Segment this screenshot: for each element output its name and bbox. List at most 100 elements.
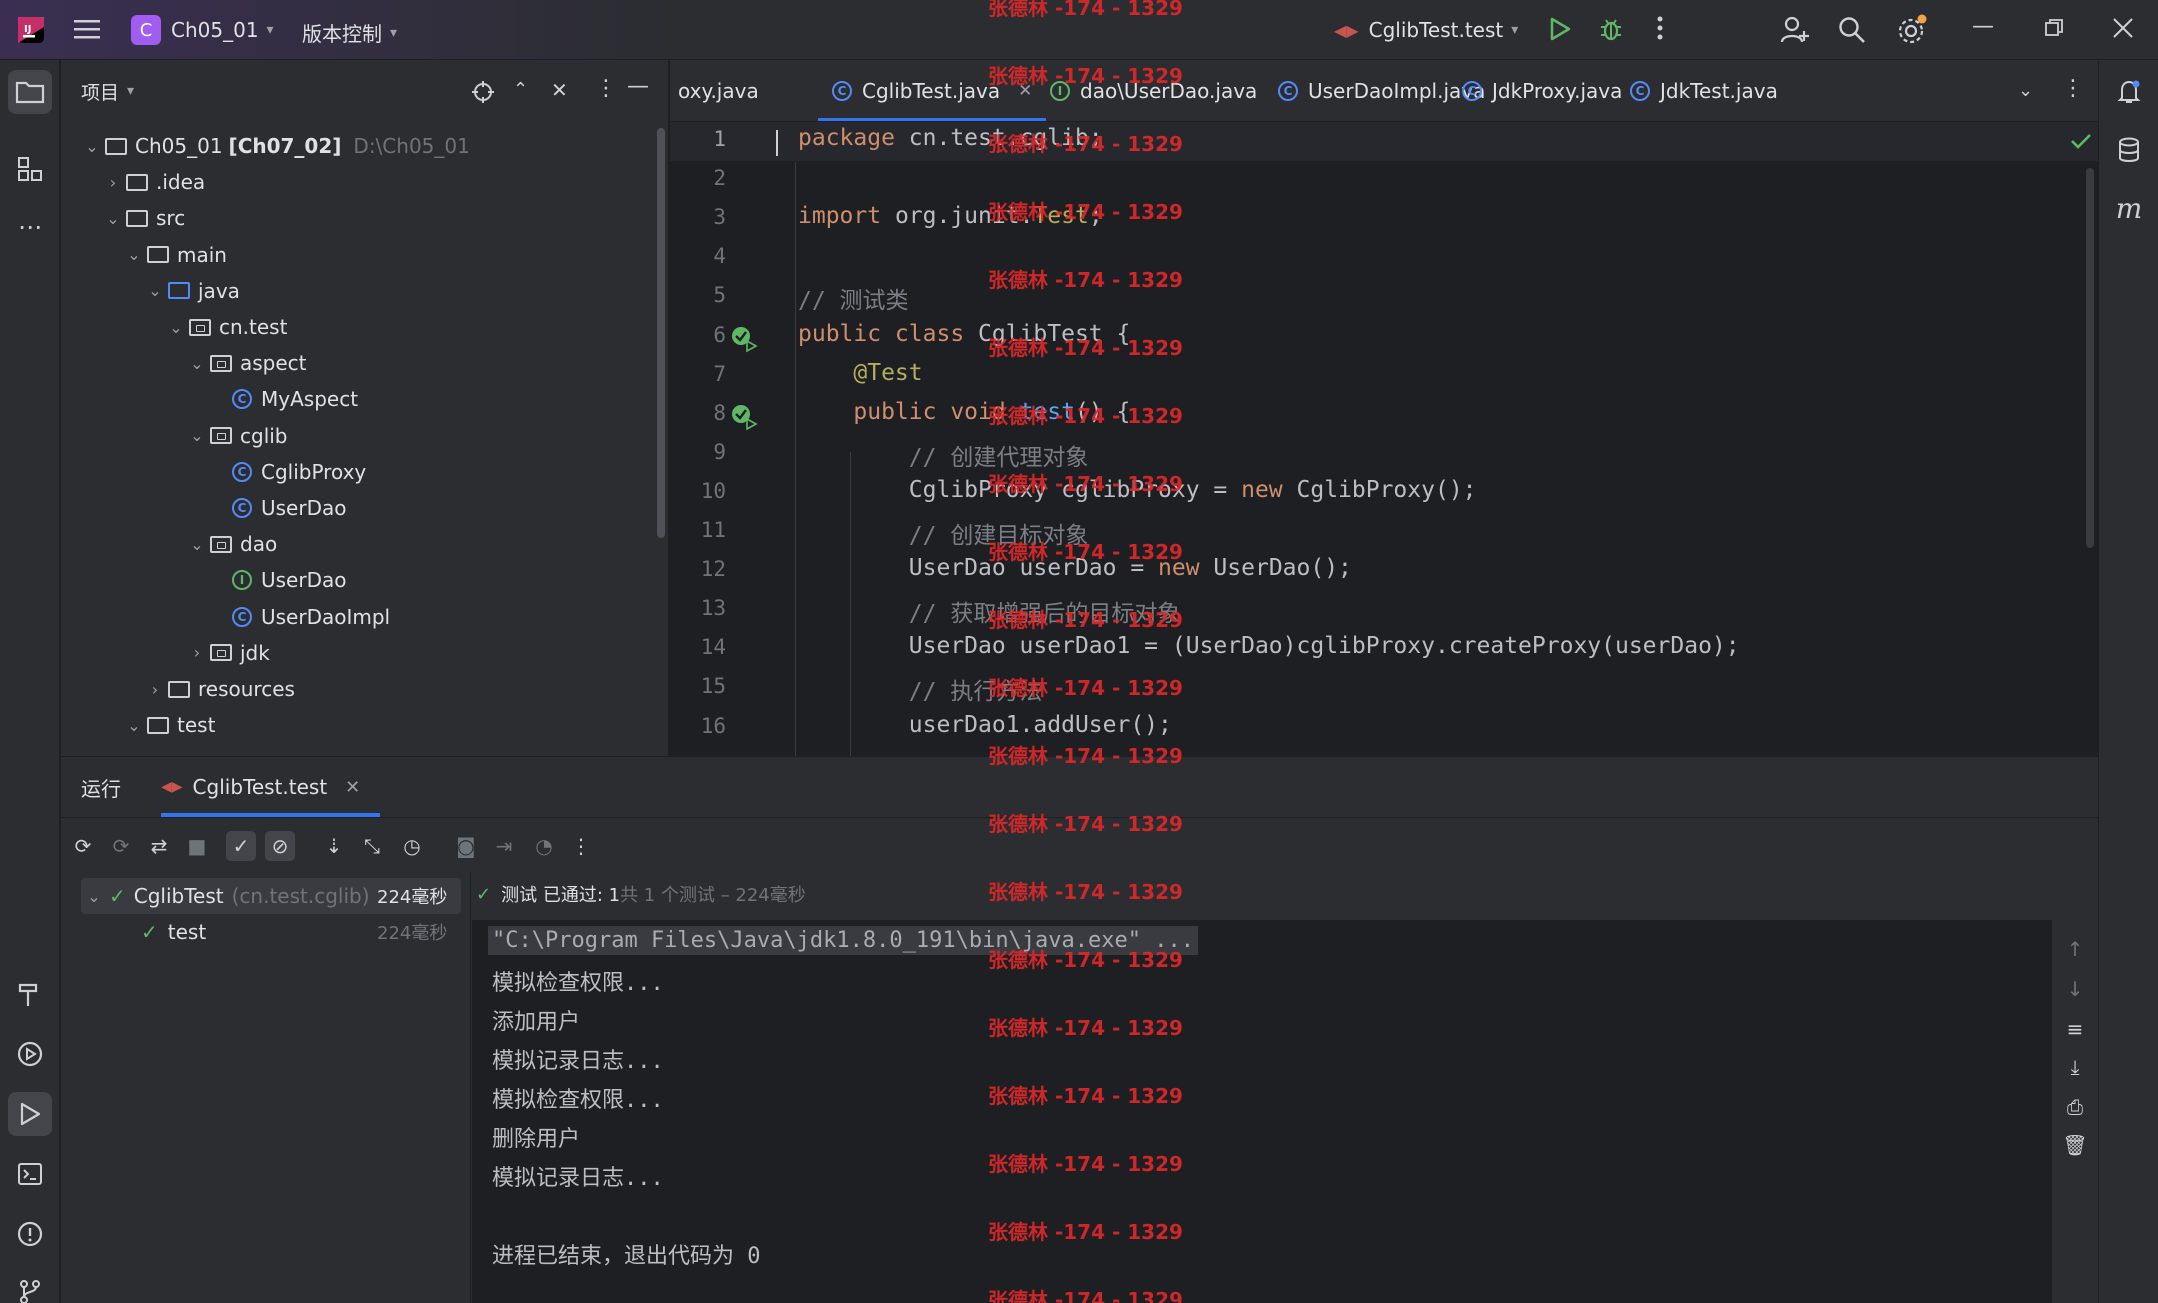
more-actions-icon[interactable]	[1656, 15, 1664, 41]
inspection-ok-icon[interactable]	[2070, 132, 2092, 154]
run-test-gutter-icon[interactable]	[730, 325, 758, 357]
project-scrollbar[interactable]	[657, 128, 665, 538]
editor-tab[interactable]: C JdkProxy.java	[1462, 60, 1622, 121]
project-panel-title[interactable]: 项目	[81, 78, 119, 105]
git-branch-icon[interactable]	[8, 1270, 52, 1303]
chevron-down-icon[interactable]: ⌄	[123, 716, 145, 735]
test-suite-row[interactable]: ⌄ ✓ CglibTest (cn.test.cglib)	[83, 878, 369, 914]
tree-node-package[interactable]: ⌄ cn.test	[165, 309, 287, 345]
tree-node-module[interactable]: ⌄ Ch05_01 [Ch07_02] D:\Ch05_01	[81, 128, 470, 164]
rerun-failed-icon[interactable]: ⟳	[106, 831, 136, 861]
run-icon[interactable]	[1548, 16, 1572, 42]
tree-node-folder[interactable]: ⌄ main	[123, 237, 227, 273]
terminal-icon[interactable]	[8, 1152, 52, 1196]
chevron-down-icon[interactable]: ⌄	[165, 318, 187, 337]
coverage-icon[interactable]: ◔	[529, 831, 559, 861]
tree-node-folder[interactable]: › resources	[144, 671, 295, 707]
soft-wrap-icon[interactable]: ≡	[2060, 1014, 2090, 1044]
minimize-icon[interactable]: —	[1972, 14, 1994, 39]
scroll-to-end-icon[interactable]: ⤓	[2060, 1052, 2090, 1082]
run-panel-title[interactable]: 运行	[81, 757, 121, 817]
settings-gear-icon[interactable]	[1896, 14, 1928, 46]
run-test-gutter-icon[interactable]	[730, 403, 758, 435]
tree-node-class[interactable]: C CglibProxy	[207, 454, 366, 490]
chevron-down-icon[interactable]: ⌄	[186, 426, 208, 445]
stop-icon[interactable]: ■	[182, 831, 212, 861]
arrow-down-icon[interactable]: ↓	[2060, 974, 2090, 1004]
tree-node-folder[interactable]: ⌄ src	[102, 200, 185, 236]
notifications-bell-icon[interactable]	[2107, 70, 2151, 114]
test-case-row[interactable]: ✓ test	[141, 914, 206, 950]
tree-node-package[interactable]: ⌄ aspect	[186, 345, 306, 381]
code-editor[interactable]: 1 2 3 4 5 6 7 8 9 10 11 12 13 14 15 16 package cn.test.…	[670, 122, 2098, 756]
import-tests-icon[interactable]: ⇥	[489, 831, 519, 861]
test-history-icon[interactable]: ◷	[397, 831, 427, 861]
run-tool-icon[interactable]	[8, 1092, 52, 1136]
chevron-down-icon[interactable]: ⌄	[2018, 80, 2033, 101]
build-hammer-icon[interactable]	[8, 972, 52, 1016]
camera-icon[interactable]: ◙	[451, 831, 481, 861]
main-menu-icon[interactable]	[74, 18, 100, 40]
add-user-icon[interactable]	[1780, 15, 1810, 45]
editor-tab[interactable]: oxy.java	[678, 60, 759, 121]
problems-icon[interactable]	[8, 1212, 52, 1256]
close-tab-icon[interactable]: ✕	[345, 777, 360, 798]
chevron-down-icon[interactable]: ⌄	[186, 535, 208, 554]
options-icon[interactable]: ⋮	[595, 76, 617, 101]
sort-alpha-icon[interactable]: ⇣	[319, 831, 349, 861]
project-folder-icon[interactable]	[8, 70, 52, 114]
tree-node-package[interactable]: ⌄ cglib	[186, 418, 287, 454]
tree-node-folder[interactable]: › .idea	[102, 164, 205, 200]
editor-tab[interactable]: C UserDaoImpl.java	[1278, 60, 1485, 121]
tree-node-class[interactable]: C UserDaoImpl	[207, 599, 390, 635]
maven-icon[interactable]: m	[2107, 186, 2151, 230]
locate-crosshair-icon[interactable]	[471, 80, 495, 109]
show-ignored-icon[interactable]: ⊘	[265, 831, 295, 861]
tree-node-class[interactable]: C UserDao	[207, 490, 346, 526]
vcs-menu[interactable]: 版本控制 ▾	[302, 18, 397, 47]
app-logo-icon[interactable]: IJ	[16, 15, 46, 45]
hide-panel-icon[interactable]: —	[627, 74, 649, 99]
collapse-all-icon[interactable]: ✕	[551, 78, 568, 102]
tree-node-class[interactable]: C MyAspect	[207, 381, 358, 417]
more-run-options-icon[interactable]: ⋮	[566, 831, 596, 861]
chevron-down-icon[interactable]: ⌄	[144, 281, 166, 300]
expand-all-icon[interactable]: ⌃	[513, 79, 528, 100]
structure-icon[interactable]	[8, 147, 52, 191]
run-tab[interactable]: ◀▶ CglibTest.test ✕	[161, 757, 381, 817]
chevron-right-icon[interactable]: ›	[144, 680, 166, 699]
console-output[interactable]: "C:\Program Files\Java\jdk1.8.0_191\bin\…	[472, 920, 2052, 1303]
editor-scrollbar[interactable]	[2086, 168, 2094, 548]
tab-options-icon[interactable]: ⋮	[2062, 76, 2084, 101]
run-config-selector[interactable]: ◀▶ CglibTest.test ▾	[1334, 18, 1518, 42]
tree-node-interface[interactable]: I UserDao	[207, 562, 346, 598]
debug-icon[interactable]	[1598, 16, 1624, 42]
database-icon[interactable]	[2107, 128, 2151, 172]
print-icon[interactable]: ⎙	[2060, 1092, 2090, 1122]
arrow-up-icon[interactable]: ↑	[2060, 934, 2090, 964]
project-selector[interactable]: C Ch05_01 ▾	[131, 15, 274, 45]
chevron-right-icon[interactable]: ›	[102, 173, 124, 192]
services-icon[interactable]	[8, 1032, 52, 1076]
search-icon[interactable]	[1838, 16, 1866, 44]
rerun-icon[interactable]: ⟳	[68, 831, 98, 861]
collapse-tests-icon[interactable]: ⤡	[357, 831, 387, 861]
chevron-down-icon[interactable]: ⌄	[81, 137, 103, 156]
editor-tab[interactable]: C JdkTest.java	[1630, 60, 1778, 121]
tree-node-folder[interactable]: ⌄ test	[123, 707, 215, 743]
toggle-auto-test-icon[interactable]: ⇄	[144, 831, 174, 861]
chevron-down-icon[interactable]: ⌄	[83, 887, 105, 906]
show-passed-icon[interactable]: ✓	[226, 831, 256, 861]
trash-icon[interactable]: 🗑	[2060, 1130, 2090, 1160]
chevron-down-icon[interactable]: ⌄	[123, 245, 145, 264]
chevron-down-icon[interactable]: ⌄	[102, 209, 124, 228]
chevron-down-icon[interactable]: ⌄	[186, 354, 208, 373]
tree-node-package[interactable]: ⌄ dao	[186, 526, 277, 562]
more-tools-icon[interactable]: ⋯	[8, 205, 52, 249]
tree-node-folder-blue[interactable]: ⌄ java	[144, 273, 240, 309]
chevron-down-icon[interactable]: ▾	[127, 83, 134, 99]
chevron-right-icon[interactable]: ›	[186, 643, 208, 662]
restore-icon[interactable]	[2044, 18, 2064, 38]
tree-node-package[interactable]: › jdk	[186, 635, 270, 671]
close-window-icon[interactable]	[2112, 17, 2134, 39]
